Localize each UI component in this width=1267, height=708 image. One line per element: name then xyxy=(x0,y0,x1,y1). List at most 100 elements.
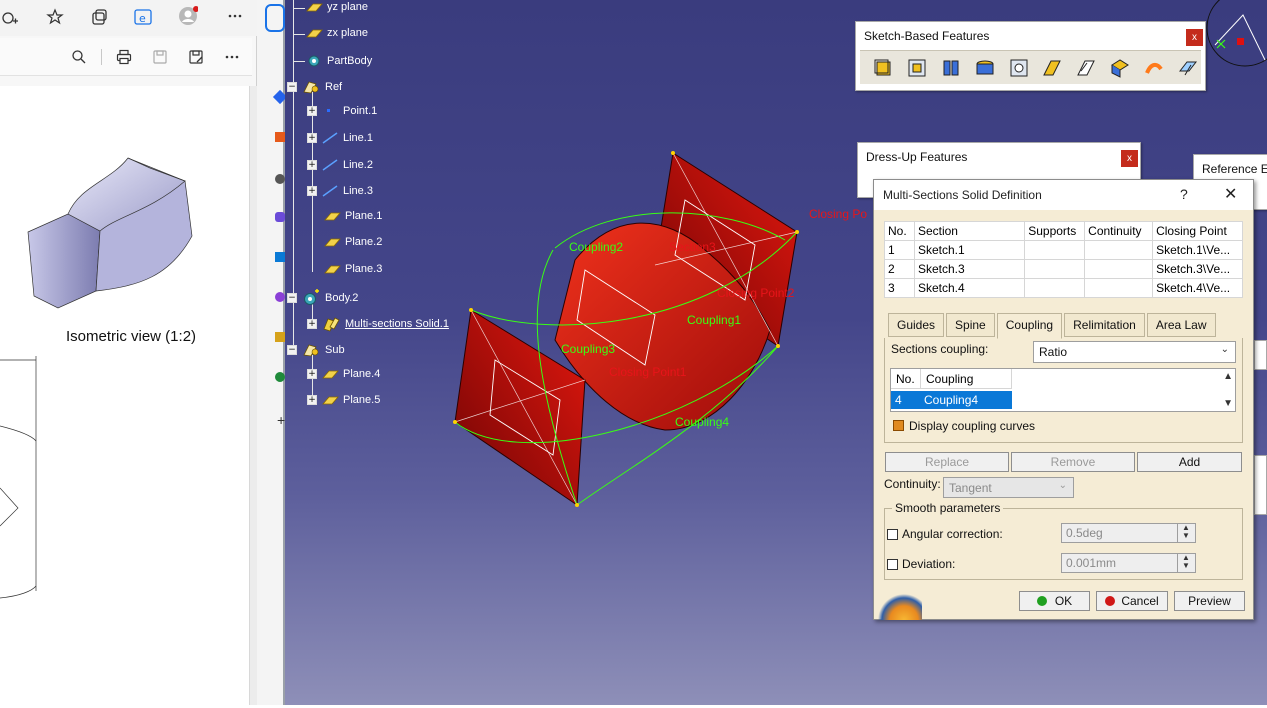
cancel-button[interactable]: Cancel xyxy=(1096,591,1168,611)
dialog-tabs: Guides Spine Coupling Relimitation Area … xyxy=(888,313,1216,339)
pdf-page: Isometric view (1:2) xyxy=(0,86,250,705)
tab-coupling[interactable]: Coupling xyxy=(996,313,1063,339)
display-coupling-curves-checkbox[interactable] xyxy=(893,420,904,431)
profile-avatar-icon[interactable] xyxy=(178,6,198,26)
sections-table[interactable]: No. Section Supports Continuity Closing … xyxy=(884,221,1243,298)
collections-icon[interactable] xyxy=(89,7,109,27)
ok-icon xyxy=(1036,596,1047,606)
column-header: No. xyxy=(884,221,915,241)
table-cell: 1 xyxy=(884,240,915,260)
toolbar-icon-row xyxy=(860,50,1201,84)
close-button[interactable]: ✕ xyxy=(1224,184,1237,204)
add-icon[interactable]: + xyxy=(277,412,285,428)
side-app-icon[interactable] xyxy=(275,292,285,302)
side-app-icon[interactable] xyxy=(275,252,285,262)
tab-relimitation[interactable]: Relimitation xyxy=(1064,313,1145,337)
side-app-icon[interactable] xyxy=(275,332,285,342)
partial-toolbar xyxy=(1254,455,1267,515)
section3-label: Section3 xyxy=(669,240,716,254)
side-app-icon[interactable] xyxy=(275,132,285,142)
coupling3-label: Coupling3 xyxy=(561,342,616,356)
ok-button[interactable]: OK xyxy=(1019,591,1090,611)
column-header: Coupling xyxy=(921,369,1012,389)
search-icon[interactable] xyxy=(69,47,89,67)
hole-icon[interactable] xyxy=(1006,56,1032,80)
pdf-more-icon[interactable] xyxy=(222,47,242,67)
slot-icon[interactable] xyxy=(1073,56,1099,80)
svg-text:e: e xyxy=(139,12,146,25)
ie-mode-icon[interactable]: e xyxy=(133,7,153,27)
pad-icon[interactable] xyxy=(870,56,896,80)
more-menu-icon[interactable] xyxy=(225,6,245,26)
scroll-up-icon[interactable]: ▲ xyxy=(1223,371,1233,382)
tab-spine[interactable]: Spine xyxy=(946,313,995,337)
angular-correction-input[interactable]: 0.5deg xyxy=(1061,523,1196,543)
save-as-icon[interactable] xyxy=(186,47,206,67)
browser-window: e Isometric view (1:2) xyxy=(0,0,257,705)
shaft-icon[interactable] xyxy=(938,56,964,80)
side-app-icon[interactable] xyxy=(275,174,285,184)
continuity-select[interactable]: Tangent ⌄ xyxy=(943,477,1074,498)
chevron-down-icon: ⌄ xyxy=(1220,344,1229,355)
tab-area-law[interactable]: Area Law xyxy=(1146,313,1216,337)
coupling2-label: Coupling2 xyxy=(569,240,624,254)
table-cell: Sketch.4\Ve... xyxy=(1152,278,1243,298)
display-coupling-curves-label: Display coupling curves xyxy=(909,419,1036,433)
side-app-icon[interactable] xyxy=(275,372,285,382)
add-button[interactable]: Add xyxy=(1137,452,1242,472)
toolbar-title: Sketch-Based Features xyxy=(864,29,990,43)
table-row[interactable]: 1 Sketch.1 Sketch.1\Ve... xyxy=(884,240,1243,260)
table-cell: Sketch.1 xyxy=(913,240,1026,260)
print-icon[interactable] xyxy=(114,47,134,67)
remove-multi-sections-icon[interactable] xyxy=(1141,56,1167,80)
favorites-icon[interactable] xyxy=(45,7,65,27)
cancel-label: Cancel xyxy=(1121,594,1159,608)
pdf-scrollbar[interactable] xyxy=(250,86,257,705)
spinner-icon[interactable]: ▲ ▼ xyxy=(1177,554,1194,572)
table-row[interactable]: 3 Sketch.4 Sketch.4\Ve... xyxy=(884,278,1243,298)
pocket-icon[interactable] xyxy=(904,56,930,80)
preview-button[interactable]: Preview xyxy=(1174,591,1245,611)
table-row[interactable]: 2 Sketch.3 Sketch.3\Ve... xyxy=(884,259,1243,279)
sections-coupling-select[interactable]: Ratio ⌄ xyxy=(1033,341,1236,363)
close-button[interactable]: x xyxy=(1186,29,1203,46)
toolbar-title: Dress-Up Features xyxy=(866,150,968,164)
column-header: Supports xyxy=(1024,221,1086,241)
angular-correction-label: Angular correction: xyxy=(902,527,1003,541)
sections-coupling-label: Sections coupling: xyxy=(891,342,989,356)
add-tab-icon[interactable] xyxy=(0,8,20,28)
coupling4-label: Coupling4 xyxy=(675,415,730,429)
app-launcher-icon[interactable] xyxy=(265,4,285,32)
angular-correction-checkbox[interactable] xyxy=(887,529,898,540)
rib-icon[interactable] xyxy=(1040,56,1066,80)
help-button[interactable]: ? xyxy=(1180,186,1188,202)
deviation-input[interactable]: 0.001mm xyxy=(1061,553,1196,573)
spinner-icon[interactable]: ▲ ▼ xyxy=(1177,524,1194,542)
catia-logo xyxy=(874,585,922,620)
table-cell xyxy=(1024,278,1086,298)
groove-icon[interactable] xyxy=(972,56,998,80)
replace-button[interactable]: Replace xyxy=(885,452,1009,472)
list-item[interactable]: 4 Coupling4 xyxy=(891,391,1012,409)
table-cell: Sketch.3 xyxy=(913,259,1026,279)
ok-label: OK xyxy=(1054,594,1073,608)
table-header-row: No. Section Supports Continuity Closing … xyxy=(884,221,1243,241)
table-cell: 2 xyxy=(884,259,915,279)
coupling-list[interactable]: No. Coupling 4 Coupling4 ▲ ▼ xyxy=(890,368,1236,412)
scroll-down-icon[interactable]: ▼ xyxy=(1223,398,1233,409)
tab-guides[interactable]: Guides xyxy=(888,313,945,337)
multi-sections-solid-icon[interactable] xyxy=(1107,56,1133,80)
remove-button[interactable]: Remove xyxy=(1011,452,1135,472)
compass-icon xyxy=(1206,0,1267,67)
table-cell: 3 xyxy=(884,278,915,298)
side-app-icon[interactable] xyxy=(275,212,285,222)
table-cell xyxy=(1024,259,1086,279)
deviation-checkbox[interactable] xyxy=(887,559,898,570)
deviation-label: Deviation: xyxy=(902,557,956,571)
close-button[interactable]: x xyxy=(1121,150,1138,167)
browser-top-toolbar: e xyxy=(0,0,257,36)
save-icon[interactable] xyxy=(150,47,170,67)
toolbar-divider xyxy=(101,49,102,65)
stiffener-icon[interactable] xyxy=(1175,56,1201,80)
column-header: No. xyxy=(891,369,921,389)
